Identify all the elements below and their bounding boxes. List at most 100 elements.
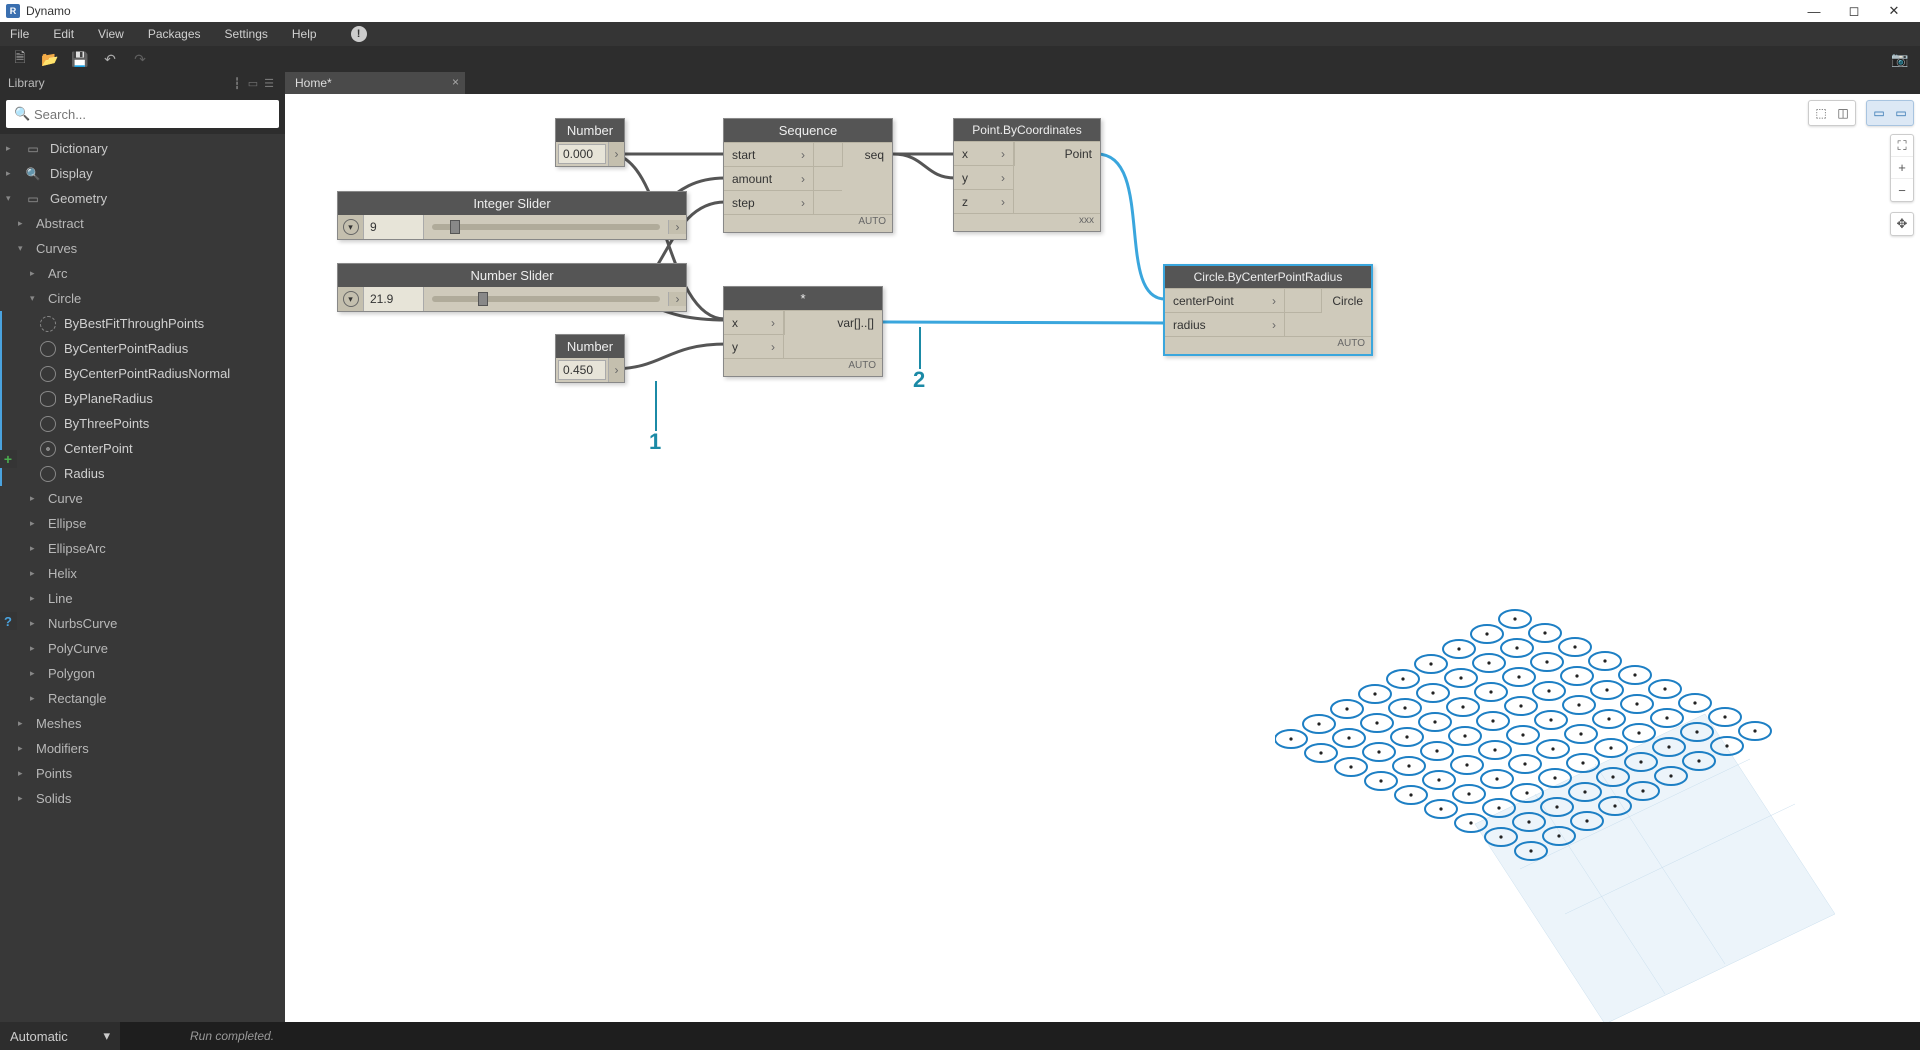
input-port[interactable]: x bbox=[962, 147, 968, 161]
output-port[interactable]: seq bbox=[865, 148, 884, 162]
node-number[interactable]: Number 0.450 › bbox=[555, 334, 625, 383]
node-point[interactable]: Point.ByCoordinates x› y› z› Point xxx bbox=[953, 118, 1101, 232]
lib-meshes[interactable]: Meshes bbox=[36, 716, 82, 731]
search-input[interactable] bbox=[6, 100, 279, 128]
open-file-icon[interactable]: 📂 bbox=[40, 49, 60, 69]
lib-dictionary[interactable]: Dictionary bbox=[50, 141, 108, 156]
graph-view-icon2[interactable]: ▭ bbox=[1892, 104, 1910, 122]
expand-button[interactable]: ▾ bbox=[338, 215, 364, 239]
output-port[interactable]: › bbox=[608, 358, 624, 382]
lib-curve[interactable]: Curve bbox=[48, 491, 83, 506]
lib-leaf[interactable]: ByCenterPointRadiusNormal bbox=[64, 366, 230, 381]
lib-points[interactable]: Points bbox=[36, 766, 72, 781]
node-integer-slider[interactable]: Integer Slider ▾ 9 › bbox=[337, 191, 687, 240]
tab-close-icon[interactable]: × bbox=[452, 75, 459, 89]
help-icon[interactable]: ? bbox=[0, 612, 17, 630]
pan-icon[interactable]: ✥ bbox=[1890, 212, 1914, 236]
tab-strip: Home* × bbox=[285, 72, 1920, 94]
save-file-icon[interactable]: 💾 bbox=[70, 49, 90, 69]
node-circle[interactable]: Circle.ByCenterPointRadius centerPoint› … bbox=[1163, 264, 1373, 356]
minimize-button[interactable]: — bbox=[1794, 4, 1834, 19]
input-port[interactable]: centerPoint bbox=[1173, 294, 1234, 308]
undo-icon[interactable]: ↶ bbox=[100, 49, 120, 69]
node-multiply[interactable]: * x› y› var[]..[] AUTO bbox=[723, 286, 883, 377]
input-port[interactable]: z bbox=[962, 195, 968, 209]
lib-leaf[interactable]: ByThreePoints bbox=[64, 416, 149, 431]
redo-icon[interactable]: ↷ bbox=[130, 49, 150, 69]
menu-file[interactable]: File bbox=[10, 27, 29, 41]
view3d-icon[interactable]: ⬚ bbox=[1812, 104, 1830, 122]
slider-track[interactable] bbox=[424, 287, 668, 311]
lib-ellipse[interactable]: Ellipse bbox=[48, 516, 86, 531]
screenshot-icon[interactable]: 📷 bbox=[1890, 49, 1910, 69]
lib-line[interactable]: Line bbox=[48, 591, 73, 606]
lib-ellipsearc[interactable]: EllipseArc bbox=[48, 541, 106, 556]
input-port[interactable]: x bbox=[732, 316, 738, 330]
slider-value[interactable]: 21.9 bbox=[364, 287, 424, 311]
output-port[interactable]: › bbox=[668, 292, 686, 306]
lib-view-icon[interactable]: ┇ bbox=[229, 77, 245, 90]
menu-settings[interactable]: Settings bbox=[225, 27, 268, 41]
lib-polycurve[interactable]: PolyCurve bbox=[48, 641, 108, 656]
menu-edit[interactable]: Edit bbox=[53, 27, 74, 41]
new-file-icon[interactable]: 🗎 bbox=[10, 49, 30, 69]
lib-leaf[interactable]: ByCenterPointRadius bbox=[64, 341, 188, 356]
input-port[interactable]: step bbox=[732, 196, 755, 210]
close-button[interactable]: ✕ bbox=[1874, 3, 1914, 19]
warning-icon[interactable]: ! bbox=[351, 26, 367, 42]
slider-value[interactable]: 9 bbox=[364, 215, 424, 239]
input-port[interactable]: y bbox=[962, 171, 968, 185]
lib-rectangle[interactable]: Rectangle bbox=[48, 691, 107, 706]
lib-modifiers[interactable]: Modifiers bbox=[36, 741, 89, 756]
menu-help[interactable]: Help bbox=[292, 27, 317, 41]
lib-leaf[interactable]: Radius bbox=[64, 466, 104, 481]
lib-arc[interactable]: Arc bbox=[48, 266, 68, 281]
lib-helix[interactable]: Helix bbox=[48, 566, 77, 581]
input-port[interactable]: radius bbox=[1173, 318, 1206, 332]
lib-view-icon3[interactable]: ☰ bbox=[261, 77, 277, 90]
zoom-fit-icon[interactable]: ⛶ bbox=[1891, 135, 1913, 157]
lib-geometry[interactable]: Geometry bbox=[50, 191, 107, 206]
node-number-slider[interactable]: Number Slider ▾ 21.9 › bbox=[337, 263, 687, 312]
run-mode-dropdown[interactable]: Automatic ▾ bbox=[0, 1022, 120, 1050]
node-number[interactable]: Number 0.000 › bbox=[555, 118, 625, 167]
zoom-out-icon[interactable]: − bbox=[1891, 179, 1913, 201]
output-port[interactable]: Point bbox=[1065, 147, 1092, 161]
maximize-button[interactable]: ◻ bbox=[1834, 3, 1874, 19]
node-sequence[interactable]: Sequence start› amount› step› seq AUTO bbox=[723, 118, 893, 233]
output-port[interactable]: Circle bbox=[1332, 294, 1363, 308]
output-port[interactable]: var[]..[] bbox=[837, 316, 874, 330]
input-port[interactable]: amount bbox=[732, 172, 772, 186]
tab-home[interactable]: Home* × bbox=[285, 72, 465, 94]
graph-view-icon[interactable]: ▭ bbox=[1870, 104, 1888, 122]
menu-view[interactable]: View bbox=[98, 27, 124, 41]
lib-leaf[interactable]: ByBestFitThroughPoints bbox=[64, 316, 204, 331]
view-geo-icon[interactable]: ◫ bbox=[1834, 104, 1852, 122]
lib-leaf[interactable]: ByPlaneRadius bbox=[64, 391, 153, 406]
lib-leaf[interactable]: CenterPoint bbox=[64, 441, 133, 456]
menu-packages[interactable]: Packages bbox=[148, 27, 201, 41]
output-port[interactable]: › bbox=[668, 220, 686, 234]
lib-abstract[interactable]: Abstract bbox=[36, 216, 84, 231]
lib-nurbscurve[interactable]: NurbsCurve bbox=[48, 616, 117, 631]
input-port[interactable]: start bbox=[732, 148, 755, 162]
slider-track[interactable] bbox=[424, 215, 668, 239]
graph-canvas[interactable]: ⬚ ◫ ▭ ▭ ⛶ + − ✥ bbox=[285, 94, 1920, 1022]
number-value[interactable]: 0.000 bbox=[558, 144, 606, 164]
add-icon[interactable]: + bbox=[0, 450, 17, 468]
node-title: Number bbox=[556, 119, 624, 142]
node-footer: AUTO bbox=[1165, 336, 1371, 354]
lib-view-icon2[interactable]: ▭ bbox=[245, 77, 261, 90]
lib-display[interactable]: Display bbox=[50, 166, 93, 181]
expand-button[interactable]: ▾ bbox=[338, 287, 364, 311]
lib-circle[interactable]: Circle bbox=[48, 291, 81, 306]
lib-curves[interactable]: Curves bbox=[36, 241, 77, 256]
zoom-in-icon[interactable]: + bbox=[1891, 157, 1913, 179]
app-logo: R bbox=[6, 4, 20, 18]
input-port[interactable]: y bbox=[732, 340, 738, 354]
output-port[interactable]: › bbox=[608, 142, 624, 166]
library-tree[interactable]: ▸▭Dictionary ▸🔍Display ▾▭Geometry ▸Abstr… bbox=[0, 134, 285, 1022]
lib-polygon[interactable]: Polygon bbox=[48, 666, 95, 681]
number-value[interactable]: 0.450 bbox=[558, 360, 606, 380]
lib-solids[interactable]: Solids bbox=[36, 791, 71, 806]
